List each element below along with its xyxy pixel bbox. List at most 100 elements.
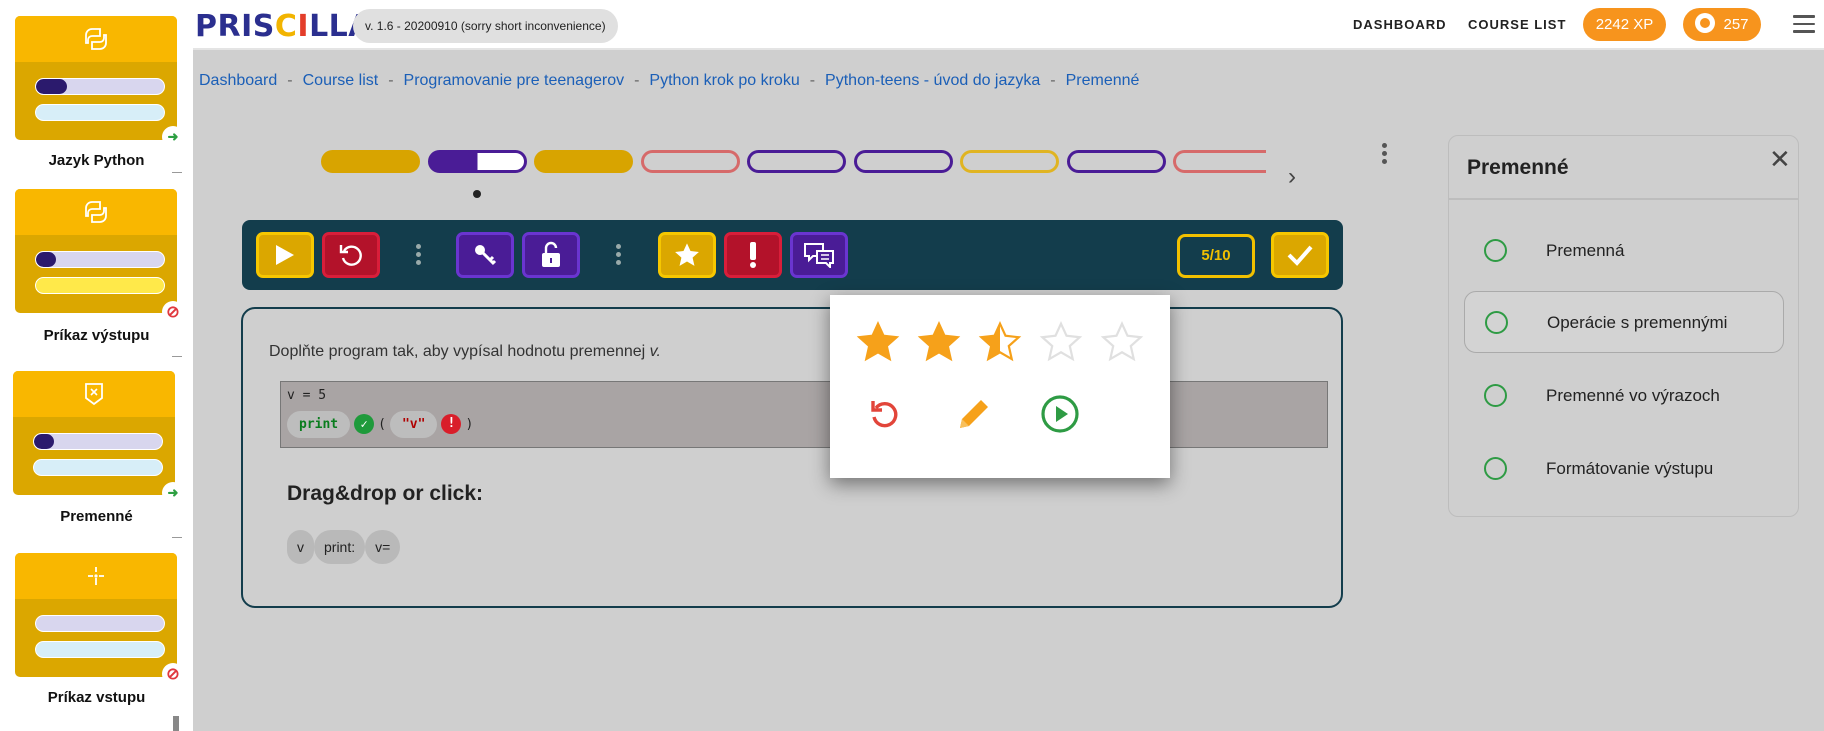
top-bar: PRISCILLA v. 1.6 - 20200910 (sorry short… <box>193 0 1824 50</box>
lesson-secondary-bar <box>35 277 165 294</box>
current-task-dot <box>473 190 481 198</box>
code-editor[interactable]: v = 5 print ✓ ( "v" ! ) <box>280 381 1328 448</box>
key-icon <box>475 245 497 266</box>
hamburger-menu-icon[interactable] <box>1793 15 1815 33</box>
breadcrumb-section[interactable]: Python-teens - úvod do jazyka <box>825 72 1040 89</box>
radio-icon <box>1484 384 1507 407</box>
play-icon <box>276 245 294 265</box>
answer-chips: v print: v= <box>287 530 401 564</box>
task-pill[interactable] <box>427 150 527 173</box>
lesson-card-prikaz-vystupu[interactable] <box>15 189 177 313</box>
lesson-card-jazyk-python[interactable] <box>15 16 177 140</box>
lesson-progress-bar <box>35 251 165 268</box>
reset-icon <box>339 245 362 266</box>
divider <box>1449 198 1798 200</box>
exclamation-icon <box>750 242 756 268</box>
check-icon <box>1287 245 1313 266</box>
score-counter: 5/10 <box>1177 234 1255 278</box>
breadcrumb-course[interactable]: Programovanie pre teenagerov <box>404 72 625 89</box>
edit-button[interactable] <box>954 394 994 434</box>
reset-button[interactable] <box>322 232 380 278</box>
code-paren: ( <box>378 416 386 432</box>
lesson-sidebar: ➜ Jazyk Python ⊘ Príkaz výstupu ➜ Premen… <box>0 0 193 731</box>
answer-chip[interactable]: print: <box>314 530 366 564</box>
task-pill[interactable] <box>640 150 740 173</box>
nav-course-list[interactable]: COURSE LIST <box>1468 17 1566 32</box>
xp-badge[interactable]: 2242 XP <box>1583 8 1666 41</box>
more-vert-icon[interactable] <box>616 244 622 268</box>
section-item[interactable]: Premenná <box>1464 220 1784 282</box>
retry-button[interactable] <box>864 394 904 434</box>
section-item[interactable]: Premenné vo výrazoch <box>1464 365 1784 427</box>
task-panel: Doplňte program tak, aby vypísal hodnotu… <box>241 307 1343 608</box>
nav-dashboard[interactable]: DASHBOARD <box>1353 17 1447 32</box>
hint-key-button[interactable] <box>456 232 514 278</box>
section-item[interactable]: Formátovanie výstupu <box>1464 438 1784 500</box>
rating-popup <box>830 295 1170 478</box>
breadcrumb-current[interactable]: Premenné <box>1066 72 1140 89</box>
more-vert-icon[interactable] <box>1382 143 1388 167</box>
task-pill[interactable] <box>960 150 1059 173</box>
lesson-title: Premenné <box>60 508 133 525</box>
blocked-icon: ⊘ <box>162 663 184 685</box>
coins-badge[interactable]: 257 <box>1683 8 1761 41</box>
breadcrumb-course-list[interactable]: Course list <box>303 72 379 89</box>
go-icon: ➜ <box>162 126 184 148</box>
star-icon[interactable] <box>856 320 900 364</box>
sidebar-scrollbar[interactable] <box>173 716 179 731</box>
variable-box-icon <box>13 371 175 417</box>
replay-icon <box>871 401 898 428</box>
comments-button[interactable] <box>790 232 848 278</box>
section-item-active[interactable]: Operácie s premennými <box>1464 291 1784 353</box>
task-pill[interactable] <box>747 150 846 173</box>
input-sparkle-icon <box>15 553 177 599</box>
more-vert-icon[interactable] <box>416 244 422 268</box>
submit-button[interactable] <box>1271 232 1329 278</box>
unlock-button[interactable] <box>522 232 580 278</box>
lesson-title: Príkaz vstupu <box>47 689 146 706</box>
rate-star-button[interactable] <box>658 232 716 278</box>
unlock-icon <box>542 241 560 267</box>
star-icon <box>675 243 699 266</box>
blocked-icon: ⊘ <box>162 301 184 323</box>
star-icon[interactable] <box>978 320 1022 364</box>
task-pill[interactable] <box>853 150 953 173</box>
play-circle-icon <box>1041 395 1079 433</box>
code-line: v = 5 <box>287 388 327 403</box>
lesson-card-prikaz-vstupu[interactable] <box>15 553 177 677</box>
version-chip: v. 1.6 - 20200910 (sorry short inconveni… <box>353 9 618 43</box>
run-button[interactable] <box>256 232 314 278</box>
python-icon <box>15 16 177 62</box>
report-button[interactable] <box>724 232 782 278</box>
lesson-secondary-bar <box>35 104 165 121</box>
comment-icon <box>804 243 834 268</box>
code-paren: ) <box>465 416 474 432</box>
star-icon[interactable] <box>1039 320 1083 364</box>
lesson-secondary-bar <box>35 641 165 658</box>
priscilla-logo[interactable]: PRISCILLA <box>195 9 372 44</box>
lesson-secondary-bar <box>33 459 163 476</box>
task-pill[interactable] <box>534 150 633 173</box>
star-icon[interactable] <box>1100 320 1144 364</box>
drag-drop-title: Drag&drop or click: <box>287 482 484 505</box>
lesson-card-premenne[interactable] <box>13 371 175 495</box>
breadcrumb-chapter[interactable]: Python krok po kroku <box>649 72 799 89</box>
python-icon <box>15 189 177 235</box>
coin-icon <box>1695 13 1716 34</box>
task-pill[interactable] <box>1066 150 1166 173</box>
code-token-string[interactable]: "v" <box>389 410 438 438</box>
radio-icon <box>1484 239 1507 262</box>
task-pill[interactable] <box>321 150 420 173</box>
continue-button[interactable] <box>1040 394 1080 434</box>
answer-chip[interactable]: v <box>287 530 314 564</box>
section-panel: Premenné ✕ Premenná Operácie s premenným… <box>1448 135 1799 517</box>
task-instruction: Doplňte program tak, aby vypísal hodnotu… <box>269 343 661 360</box>
answer-chip[interactable]: v= <box>365 530 401 564</box>
error-circle-icon: ! <box>441 414 462 434</box>
task-pill[interactable] <box>1173 150 1266 173</box>
chevron-right-icon[interactable]: › <box>1288 163 1296 191</box>
close-icon[interactable]: ✕ <box>1769 144 1791 175</box>
code-token-print[interactable]: print <box>287 410 351 438</box>
star-icon[interactable] <box>917 320 961 364</box>
breadcrumb-dashboard[interactable]: Dashboard <box>199 72 277 89</box>
